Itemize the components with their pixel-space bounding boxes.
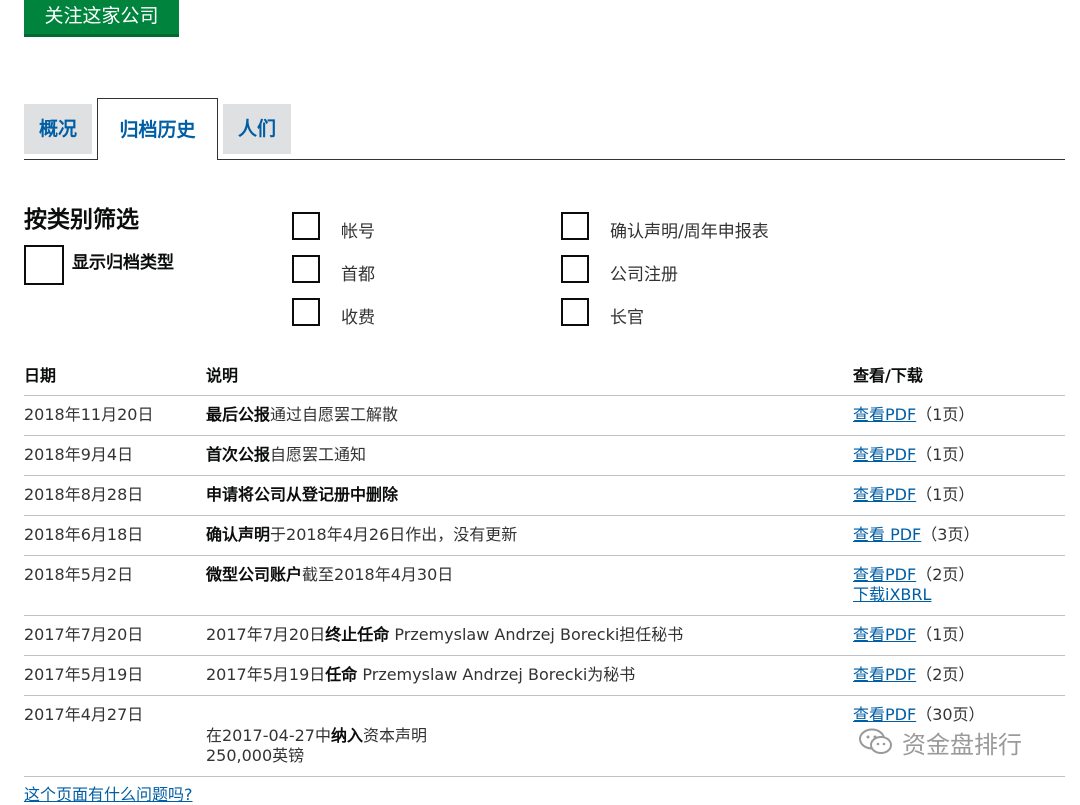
description-amount: 250,000英镑: [206, 746, 305, 765]
header-description: 说明: [206, 352, 853, 396]
row-description: 确认声明于2018年4月26日作出，没有更新: [206, 515, 853, 556]
row-description: 最后公报通过自愿罢工解散: [206, 395, 853, 436]
row-date: 2017年7月20日: [24, 615, 206, 656]
description-prefix: 2017年7月20日: [206, 625, 326, 644]
description-type: 微型公司账户: [206, 565, 303, 584]
category-checkbox-accounts[interactable]: [292, 212, 320, 240]
description-text: 截至2018年4月30日: [302, 565, 454, 584]
row-description: 微型公司账户截至2018年4月30日: [206, 555, 853, 616]
category-label-incorporation: 公司注册: [610, 265, 678, 285]
row-description: 2017年7月20日终止任命 Przemyslaw Andrzej Boreck…: [206, 615, 853, 656]
tab-filing-history[interactable]: 归档历史: [97, 98, 218, 160]
description-text: Przemyslaw Andrzej Borecki担任秘书: [389, 625, 684, 644]
watermark: 资金盘排行: [858, 724, 1022, 760]
description-type: 首次公报: [206, 445, 271, 464]
row-date: 2017年5月19日: [24, 655, 206, 696]
page-count: （30页）: [916, 705, 985, 724]
row-actions: 查看PDF（1页）: [853, 475, 1065, 516]
page-count: （3页）: [921, 525, 980, 544]
row-date: 2017年4月27日: [24, 695, 206, 777]
table-row: 2017年7月20日 2017年7月20日终止任命 Przemyslaw And…: [24, 615, 1065, 656]
table-header-row: 日期 说明 查看/下载: [24, 352, 1065, 396]
category-checkbox-officers[interactable]: [561, 298, 589, 326]
page-count: （1页）: [916, 485, 975, 504]
row-date: 2018年6月18日: [24, 515, 206, 556]
tab-bar: 概况 归档历史 人们: [24, 98, 1065, 160]
table-row: 2018年11月20日 最后公报通过自愿罢工解散 查看PDF（1页）: [24, 395, 1065, 436]
table-row: 2018年6月18日 确认声明于2018年4月26日作出，没有更新 查看 PDF…: [24, 515, 1065, 556]
description-text: Przemyslaw Andrzej Borecki为秘书: [357, 665, 636, 684]
description-prefix: 2017年5月19日: [206, 665, 326, 684]
filter-title: 按类别筛选: [24, 207, 139, 233]
view-pdf-link[interactable]: 查看PDF: [853, 445, 916, 464]
category-checkbox-capital[interactable]: [292, 255, 320, 283]
row-description: 在2017-04-27中纳入资本声明 250,000英镑: [206, 695, 853, 777]
description-text: 于2018年4月26日作出，没有更新: [270, 525, 518, 544]
download-ixbrl-link[interactable]: 下载iXBRL: [853, 585, 931, 604]
view-pdf-link[interactable]: 查看PDF: [853, 405, 916, 424]
view-pdf-link[interactable]: 查看PDF: [853, 565, 916, 584]
description-text: 资本声明: [363, 726, 428, 745]
follow-company-button[interactable]: 关注这家公司: [24, 0, 179, 37]
header-view-download: 查看/下载: [853, 352, 1065, 396]
description-type: 任命: [325, 665, 358, 684]
description-text: 通过自愿罢工解散: [270, 405, 399, 424]
row-actions: 查看PDF（1页）: [853, 395, 1065, 436]
description-prefix: 在2017-04-27中: [206, 726, 331, 745]
view-pdf-link[interactable]: 查看PDF: [853, 705, 916, 724]
row-actions: 查看 PDF（3页）: [853, 515, 1065, 556]
row-description: 首次公报自愿罢工通知: [206, 435, 853, 476]
row-actions: 查看PDF（2页） 下载iXBRL: [853, 555, 1065, 616]
wechat-icon: [859, 728, 892, 754]
show-filing-types-label: 显示归档类型: [72, 253, 174, 273]
table-row: 2018年5月2日 微型公司账户截至2018年4月30日 查看PDF（2页） 下载…: [24, 555, 1065, 616]
report-page-problem-link[interactable]: 这个页面有什么问题吗?: [24, 781, 193, 805]
category-label-capital: 首都: [341, 265, 375, 285]
row-description: 申请将公司从登记册中删除: [206, 475, 853, 516]
tab-people[interactable]: 人们: [223, 104, 291, 154]
row-date: 2018年8月28日: [24, 475, 206, 516]
category-checkbox-confirmation-statements[interactable]: [561, 212, 589, 240]
row-date: 2018年11月20日: [24, 395, 206, 436]
category-label-confirmation-statements: 确认声明/周年申报表: [610, 222, 769, 242]
row-actions: 查看PDF（2页）: [853, 655, 1065, 696]
description-type: 终止任命: [325, 625, 390, 644]
page-count: （1页）: [916, 445, 975, 464]
page-count: （1页）: [916, 405, 975, 424]
description-text: 自愿罢工通知: [270, 445, 367, 464]
row-date: 2018年5月2日: [24, 555, 206, 616]
show-filing-types-checkbox[interactable]: [24, 245, 64, 285]
view-pdf-link[interactable]: 查看PDF: [853, 485, 916, 504]
view-pdf-link[interactable]: 查看PDF: [853, 665, 916, 684]
page-count: （1页）: [916, 625, 975, 644]
table-row: 2018年9月4日 首次公报自愿罢工通知 查看PDF（1页）: [24, 435, 1065, 476]
view-pdf-link[interactable]: 查看PDF: [853, 625, 916, 644]
filing-history-table: 日期 说明 查看/下载 2018年11月20日 最后公报通过自愿罢工解散 查看P…: [24, 352, 1065, 777]
table-row: 2018年8月28日 申请将公司从登记册中删除 查看PDF（1页）: [24, 475, 1065, 516]
description-type: 申请将公司从登记册中删除: [206, 485, 399, 504]
header-date: 日期: [24, 352, 206, 396]
description-type: 确认声明: [206, 525, 271, 544]
row-actions: 查看PDF（1页）: [853, 435, 1065, 476]
category-label-officers: 长官: [610, 308, 644, 328]
row-date: 2018年9月4日: [24, 435, 206, 476]
description-type: 最后公报: [206, 405, 271, 424]
page-count: （2页）: [916, 565, 975, 584]
category-checkbox-incorporation[interactable]: [561, 255, 589, 283]
row-actions: 查看PDF（1页）: [853, 615, 1065, 656]
watermark-text: 资金盘排行: [902, 730, 1022, 759]
page-count: （2页）: [916, 665, 975, 684]
category-label-accounts: 帐号: [341, 222, 375, 242]
description-type: 纳入: [331, 726, 364, 745]
view-pdf-link[interactable]: 查看 PDF: [853, 525, 921, 544]
row-description: 2017年5月19日任命 Przemyslaw Andrzej Borecki为…: [206, 655, 853, 696]
tab-overview[interactable]: 概况: [24, 104, 92, 154]
table-row: 2017年5月19日 2017年5月19日任命 Przemyslaw Andrz…: [24, 655, 1065, 696]
category-checkbox-charges[interactable]: [292, 298, 320, 326]
category-label-charges: 收费: [341, 308, 375, 328]
